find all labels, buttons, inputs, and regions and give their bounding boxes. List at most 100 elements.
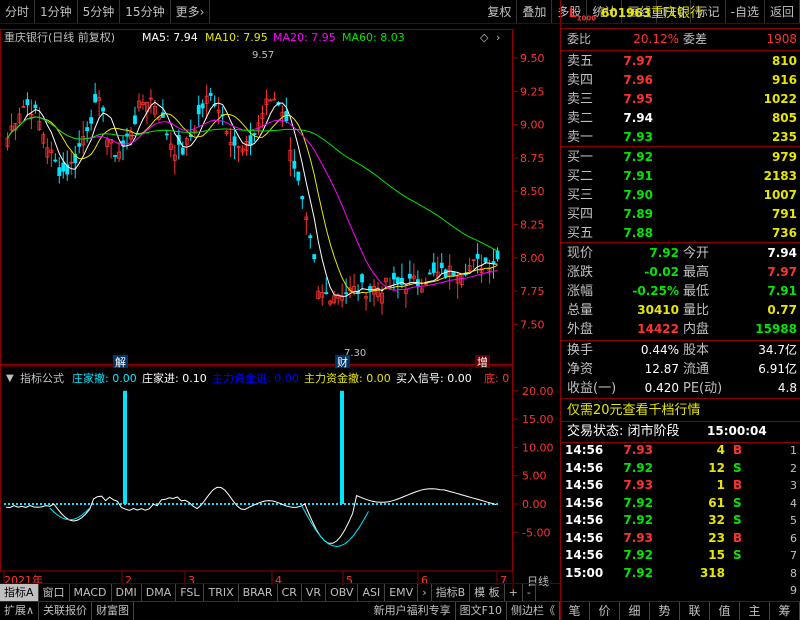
ask-label: 卖三 — [567, 92, 594, 107]
quote-tab-7[interactable]: 筹 — [770, 602, 800, 620]
candle-body — [308, 235, 313, 239]
kline-chart[interactable]: 重庆银行(日线 前复权) MA5: 7.94 MA10: 7.95 MA20: … — [0, 24, 560, 594]
ask-volume: 810 — [771, 54, 797, 68]
chevron-icon[interactable]: › — [496, 31, 500, 44]
toolbar-period-2[interactable]: 5分钟 — [78, 0, 121, 23]
marker-cai[interactable]: 财 — [337, 355, 348, 369]
status-item-5[interactable]: 侧边栏《 — [507, 602, 560, 620]
marker-jie[interactable]: 解 — [115, 355, 126, 369]
ma20-line — [7, 116, 498, 291]
indicator-name: 指标公式 — [20, 371, 64, 385]
indicator-tab-4[interactable]: DMA — [142, 584, 177, 601]
price-tick-label: 7.75 — [520, 285, 545, 298]
indicator-tab-2[interactable]: MACD — [70, 584, 112, 601]
stat-label: 涨幅 — [567, 284, 594, 299]
quote-row: 3 — [565, 476, 797, 495]
quote-tab-2[interactable]: 细 — [620, 602, 650, 620]
bid-label: 买二 — [567, 169, 594, 184]
indicator-tab-1[interactable]: 窗口 — [39, 584, 70, 601]
quote-row: 涨跌 -0.02 最高 7.97 — [565, 263, 797, 282]
quote-row: 8 — [565, 564, 797, 583]
stat-value: 7.97 — [767, 265, 797, 279]
level2-promo-link[interactable]: 仅需20元查看千档行情 — [567, 401, 701, 420]
quote-tab-1[interactable]: 价 — [590, 602, 620, 620]
bid-price: 7.91 — [623, 169, 653, 183]
candle-body — [25, 99, 30, 106]
indicator-tab-3[interactable]: DMI — [112, 584, 142, 601]
toolbar-period-4[interactable]: 更多› — [171, 0, 211, 23]
period-toolbar: 分时 1分钟 5分钟 15分钟 更多› — [0, 0, 211, 23]
ma60-line — [7, 116, 498, 252]
tick-index: 2 — [790, 461, 797, 475]
candle-body — [61, 162, 66, 172]
status-item-2[interactable]: 财富图 — [92, 602, 135, 620]
indicator-tab-16[interactable]: + — [505, 584, 523, 601]
indicator-tab-14[interactable]: 指标B — [432, 584, 471, 601]
bid-label: 买三 — [567, 188, 594, 203]
ask-price: 7.97 — [623, 54, 653, 68]
quote-tab-0[interactable]: 笔 — [560, 602, 590, 620]
indicator-item-label: 庄家进: 0.10 — [142, 371, 207, 385]
price-tick-label: 8.00 — [520, 252, 545, 265]
tick-index: 6 — [790, 531, 797, 545]
indicator-tab-8[interactable]: CR — [278, 584, 302, 601]
info-label: 股本 — [683, 343, 710, 358]
toolbar-period-0[interactable]: 分时 — [0, 0, 36, 23]
quote-tab-4[interactable]: 联 — [680, 602, 710, 620]
stat-value: 7.94 — [767, 246, 797, 260]
toolbar-period-3[interactable]: 15分钟 — [120, 0, 171, 23]
quote-tab-5[interactable]: 值 — [710, 602, 740, 620]
quote-row: 现价 7.92 今开 7.94 — [565, 244, 797, 263]
candle-body — [431, 262, 436, 273]
diamond-icon[interactable]: ◇ — [480, 31, 489, 44]
ask-volume: 805 — [771, 111, 797, 125]
indicator-tab-6[interactable]: TRIX — [204, 584, 239, 601]
oscillator-cyan-line — [50, 504, 496, 547]
quote-row: 收益(一) 0.420 PE(动) 4.8 — [565, 379, 797, 398]
marker-zeng[interactable]: 增 — [477, 355, 488, 369]
collapse-icon[interactable]: ▼ — [6, 373, 14, 384]
weicha-value: 1908 — [766, 32, 797, 46]
toolbar-period-1[interactable]: 1分钟 — [35, 0, 78, 23]
indicator-tab-0[interactable]: 指标A — [0, 584, 39, 601]
high-price-label: 9.57 — [252, 50, 274, 61]
stat-label: 最低 — [683, 284, 710, 299]
toolbar-tool-0[interactable]: 复权 — [482, 0, 518, 23]
stat-label: 量比 — [683, 303, 710, 318]
status-item-4[interactable]: 图文F10 — [456, 602, 507, 620]
ask-label: 卖二 — [567, 111, 594, 126]
indicator-tab-12[interactable]: EMV — [385, 584, 419, 601]
ma20-label: MA20: 7.95 — [273, 31, 336, 44]
indicator-tab-7[interactable]: BRAR — [239, 584, 278, 601]
indicator-tab-11[interactable]: ASI — [358, 584, 386, 601]
indicator-tab-5[interactable]: FSL — [176, 584, 205, 601]
candle-body — [396, 277, 400, 284]
quote-row: 1 — [565, 441, 797, 460]
toolbar-tool-1[interactable]: 叠加 — [517, 0, 553, 23]
candle-body — [268, 99, 273, 102]
status-item-3[interactable]: 新用户福利专享 — [370, 602, 456, 620]
indicator-item-label: 庄家撤: 0.00 — [72, 371, 137, 385]
stat-value: 30410 — [637, 303, 679, 317]
quote-row: 卖一 7.93 235 — [565, 128, 797, 147]
status-item-1[interactable]: 关联报价 — [39, 602, 93, 620]
price-tick-label: 8.75 — [520, 152, 545, 165]
stock-name: 重庆银行 — [651, 6, 704, 21]
indicator-tab-15[interactable]: 模 板 — [470, 584, 505, 601]
tick-index: 3 — [790, 479, 797, 492]
candle-body — [133, 115, 137, 125]
indicator-tab-17[interactable]: - — [523, 584, 536, 601]
stat-value: -0.02 — [644, 265, 679, 279]
indicator-tick-label: 5.00 — [522, 470, 547, 483]
quote-row: 外盘 14422 内盘 15988 — [565, 320, 797, 339]
quote-tab-3[interactable]: 势 — [650, 602, 680, 620]
info-label: PE(动) — [683, 381, 723, 396]
quote-row: 卖二 7.94 805 — [565, 109, 797, 128]
indicator-tab-9[interactable]: VR — [302, 584, 327, 601]
candle-body — [495, 250, 500, 260]
indicator-tab-10[interactable]: OBV — [326, 584, 359, 601]
quote-tab-6[interactable]: 主 — [740, 602, 770, 620]
indicator-tick-label: 15.00 — [522, 413, 554, 426]
status-item-0[interactable]: 扩展∧ — [0, 602, 40, 620]
indicator-tab-13[interactable]: › — [418, 584, 432, 601]
